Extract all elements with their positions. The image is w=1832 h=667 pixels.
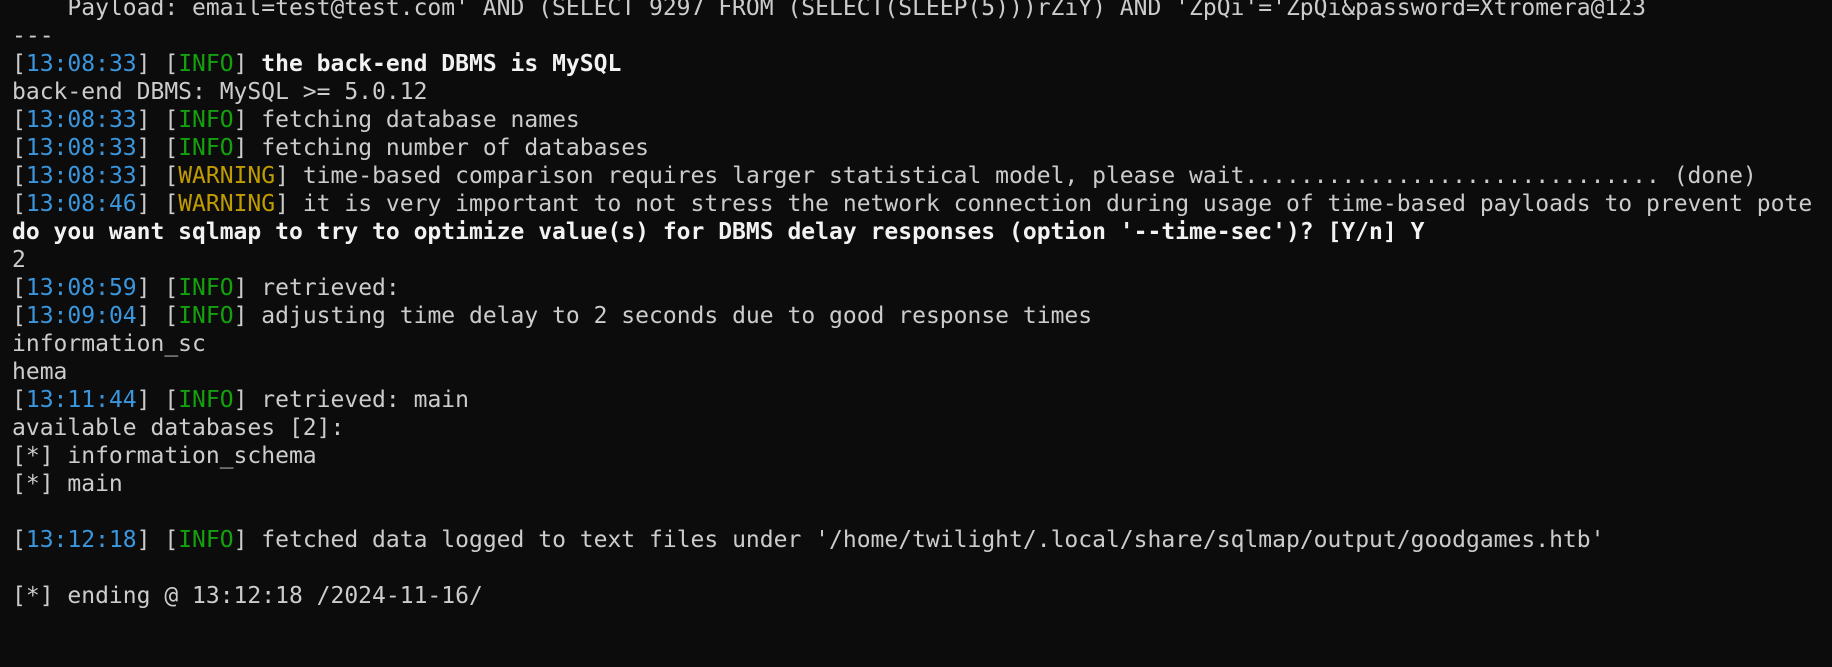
log-message: fetched data logged to text files under … bbox=[261, 527, 1605, 553]
output-text: do you want sqlmap to try to optimize va… bbox=[12, 219, 1425, 245]
bracket: ] [ bbox=[136, 163, 179, 189]
bracket: ] bbox=[233, 303, 262, 329]
output-text: hema bbox=[12, 359, 68, 385]
bracket: ] [ bbox=[136, 51, 179, 77]
bracket: [ bbox=[12, 191, 26, 217]
bracket: ] [ bbox=[136, 135, 179, 161]
output-text: --- bbox=[12, 23, 54, 49]
timestamp: 13:12:18 bbox=[25, 527, 137, 553]
bracket: [ bbox=[12, 275, 26, 301]
terminal-line: 2 bbox=[12, 246, 1812, 274]
bracket: ] [ bbox=[136, 527, 179, 553]
log-level: INFO bbox=[178, 107, 234, 133]
terminal-line: [13:08:46] [WARNING] it is very importan… bbox=[12, 190, 1812, 218]
bracket: ] bbox=[233, 51, 262, 77]
terminal-output: Payload: email=test@test.com' AND (SELEC… bbox=[12, 0, 1812, 610]
bracket: [ bbox=[12, 527, 26, 553]
bracket: ] bbox=[275, 163, 303, 189]
terminal-line: [*] main bbox=[12, 470, 1812, 498]
log-message: fetching database names bbox=[261, 107, 580, 133]
log-message: adjusting time delay to 2 seconds due to… bbox=[261, 303, 1093, 329]
log-level: INFO bbox=[178, 275, 234, 301]
bracket: ] [ bbox=[136, 191, 179, 217]
bracket: ] bbox=[233, 275, 262, 301]
log-message: time-based comparison requires larger st… bbox=[302, 163, 1757, 189]
terminal-line: [*] ending @ 13:12:18 /2024-11-16/ bbox=[12, 582, 1812, 610]
terminal-line: [13:11:44] [INFO] retrieved: main bbox=[12, 386, 1812, 414]
terminal-line: [13:12:18] [INFO] fetched data logged to… bbox=[12, 526, 1812, 554]
output-text: back-end DBMS: MySQL >= 5.0.12 bbox=[12, 79, 428, 105]
terminal-line: [*] information_schema bbox=[12, 442, 1812, 470]
log-message: the back-end DBMS is MySQL bbox=[261, 51, 622, 77]
log-message: it is very important to not stress the n… bbox=[302, 191, 1813, 217]
output-text: information_sc bbox=[12, 331, 206, 357]
bracket: [ bbox=[12, 387, 26, 413]
output-text: [*] ending @ 13:12:18 /2024-11-16/ bbox=[12, 583, 483, 609]
timestamp: 13:08:33 bbox=[25, 163, 137, 189]
log-level: INFO bbox=[178, 527, 234, 553]
bracket: [ bbox=[12, 303, 26, 329]
bracket: ] bbox=[233, 107, 262, 133]
bracket: ] bbox=[233, 387, 262, 413]
terminal-line: [13:08:33] [INFO] the back-end DBMS is M… bbox=[12, 50, 1812, 78]
timestamp: 13:08:59 bbox=[25, 275, 137, 301]
terminal-line: Payload: email=test@test.com' AND (SELEC… bbox=[12, 0, 1812, 22]
log-message: retrieved: bbox=[261, 275, 414, 301]
terminal-line: [13:08:33] [INFO] fetching number of dat… bbox=[12, 134, 1812, 162]
terminal-line: [13:09:04] [INFO] adjusting time delay t… bbox=[12, 302, 1812, 330]
bracket: ] [ bbox=[136, 275, 179, 301]
bracket: ] [ bbox=[136, 387, 179, 413]
bracket: [ bbox=[12, 163, 26, 189]
output-text: [*] main bbox=[12, 471, 123, 497]
output-text: [*] information_schema bbox=[12, 443, 317, 469]
terminal-line: [13:08:33] [WARNING] time-based comparis… bbox=[12, 162, 1812, 190]
terminal-line: hema bbox=[12, 358, 1812, 386]
bracket: ] [ bbox=[136, 303, 179, 329]
log-level: INFO bbox=[178, 303, 234, 329]
log-level: WARNING bbox=[178, 163, 276, 189]
terminal-line: [13:08:59] [INFO] retrieved: bbox=[12, 274, 1812, 302]
log-level: INFO bbox=[178, 387, 234, 413]
log-level: WARNING bbox=[178, 191, 276, 217]
log-level: INFO bbox=[178, 135, 234, 161]
timestamp: 13:09:04 bbox=[25, 303, 137, 329]
bracket: [ bbox=[12, 51, 26, 77]
bracket: ] [ bbox=[136, 107, 179, 133]
log-level: INFO bbox=[178, 51, 234, 77]
timestamp: 13:08:33 bbox=[25, 135, 137, 161]
terminal-line: --- bbox=[12, 22, 1812, 50]
terminal-window[interactable]: Payload: email=test@test.com' AND (SELEC… bbox=[0, 0, 1832, 667]
output-text: 2 bbox=[12, 247, 26, 273]
timestamp: 13:11:44 bbox=[25, 387, 137, 413]
terminal-line: available databases [2]: bbox=[12, 414, 1812, 442]
timestamp: 13:08:33 bbox=[25, 51, 137, 77]
timestamp: 13:08:46 bbox=[25, 191, 137, 217]
terminal-line: information_sc bbox=[12, 330, 1812, 358]
bracket: ] bbox=[275, 191, 303, 217]
log-message: fetching number of databases bbox=[261, 135, 650, 161]
output-text: available databases [2]: bbox=[12, 415, 345, 441]
terminal-line: [13:08:33] [INFO] fetching database name… bbox=[12, 106, 1812, 134]
terminal-line: back-end DBMS: MySQL >= 5.0.12 bbox=[12, 78, 1812, 106]
bracket: ] bbox=[233, 527, 262, 553]
output-text: Payload: email=test@test.com' AND (SELEC… bbox=[12, 0, 1646, 21]
bracket: ] bbox=[233, 135, 262, 161]
timestamp: 13:08:33 bbox=[25, 107, 137, 133]
log-message: retrieved: main bbox=[261, 387, 469, 413]
bracket: [ bbox=[12, 107, 26, 133]
bracket: [ bbox=[12, 135, 26, 161]
terminal-line: do you want sqlmap to try to optimize va… bbox=[12, 218, 1812, 246]
